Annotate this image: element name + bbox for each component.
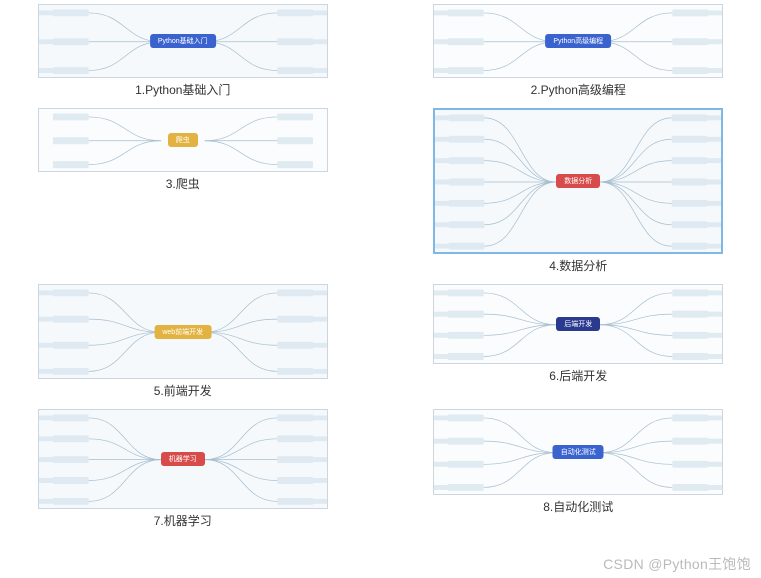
mindmap-thumbnail[interactable]: 爬虫 <box>38 108 328 172</box>
mindmap-root-node: Python基础入门 <box>150 34 216 48</box>
mindmap-thumbnail[interactable]: Python基础入门 <box>38 4 328 78</box>
thumbnail-caption: 2.Python高级编程 <box>531 81 626 98</box>
thumbnail-grid: Python基础入门 1.Python基础入门 Python高级编程 2.Pytho… <box>0 0 761 529</box>
mindmap-root-node: 爬虫 <box>168 133 198 147</box>
thumbnail-caption: 6.后端开发 <box>549 367 607 384</box>
thumbnail-cell: Python基础入门 1.Python基础入门 <box>20 4 346 98</box>
mindmap-thumbnail[interactable]: 自动化测试 <box>433 409 723 495</box>
thumbnail-caption: 4.数据分析 <box>549 257 607 274</box>
thumbnail-cell: Python高级编程 2.Python高级编程 <box>416 4 742 98</box>
thumbnail-caption: 3.爬虫 <box>166 175 200 192</box>
thumbnail-cell: 爬虫 3.爬虫 <box>20 108 346 274</box>
watermark-text: CSDN @Python王饱饱 <box>603 554 751 574</box>
thumbnail-caption: 7.机器学习 <box>154 512 212 529</box>
mindmap-thumbnail[interactable]: 机器学习 <box>38 409 328 509</box>
mindmap-thumbnail[interactable]: Python高级编程 <box>433 4 723 78</box>
thumbnail-cell: 机器学习 7.机器学习 <box>20 409 346 529</box>
mindmap-root-node: 自动化测试 <box>553 445 604 459</box>
thumbnail-caption: 8.自动化测试 <box>543 498 613 515</box>
thumbnail-cell: 自动化测试 8.自动化测试 <box>416 409 742 529</box>
mindmap-root-node: 数据分析 <box>556 174 600 188</box>
mindmap-thumbnail[interactable]: web前端开发 <box>38 284 328 379</box>
mindmap-root-node: 后端开发 <box>556 317 600 331</box>
thumbnail-cell: 后端开发 6.后端开发 <box>416 284 742 399</box>
thumbnail-cell: web前端开发 5.前端开发 <box>20 284 346 399</box>
mindmap-root-node: Python高级编程 <box>545 34 611 48</box>
thumbnail-cell: 数据分析 4.数据分析 <box>416 108 742 274</box>
mindmap-root-node: 机器学习 <box>161 452 205 466</box>
mindmap-thumbnail[interactable]: 数据分析 <box>433 108 723 254</box>
mindmap-root-node: web前端开发 <box>154 325 211 339</box>
mindmap-thumbnail[interactable]: 后端开发 <box>433 284 723 364</box>
thumbnail-caption: 5.前端开发 <box>154 382 212 399</box>
thumbnail-caption: 1.Python基础入门 <box>135 81 230 98</box>
